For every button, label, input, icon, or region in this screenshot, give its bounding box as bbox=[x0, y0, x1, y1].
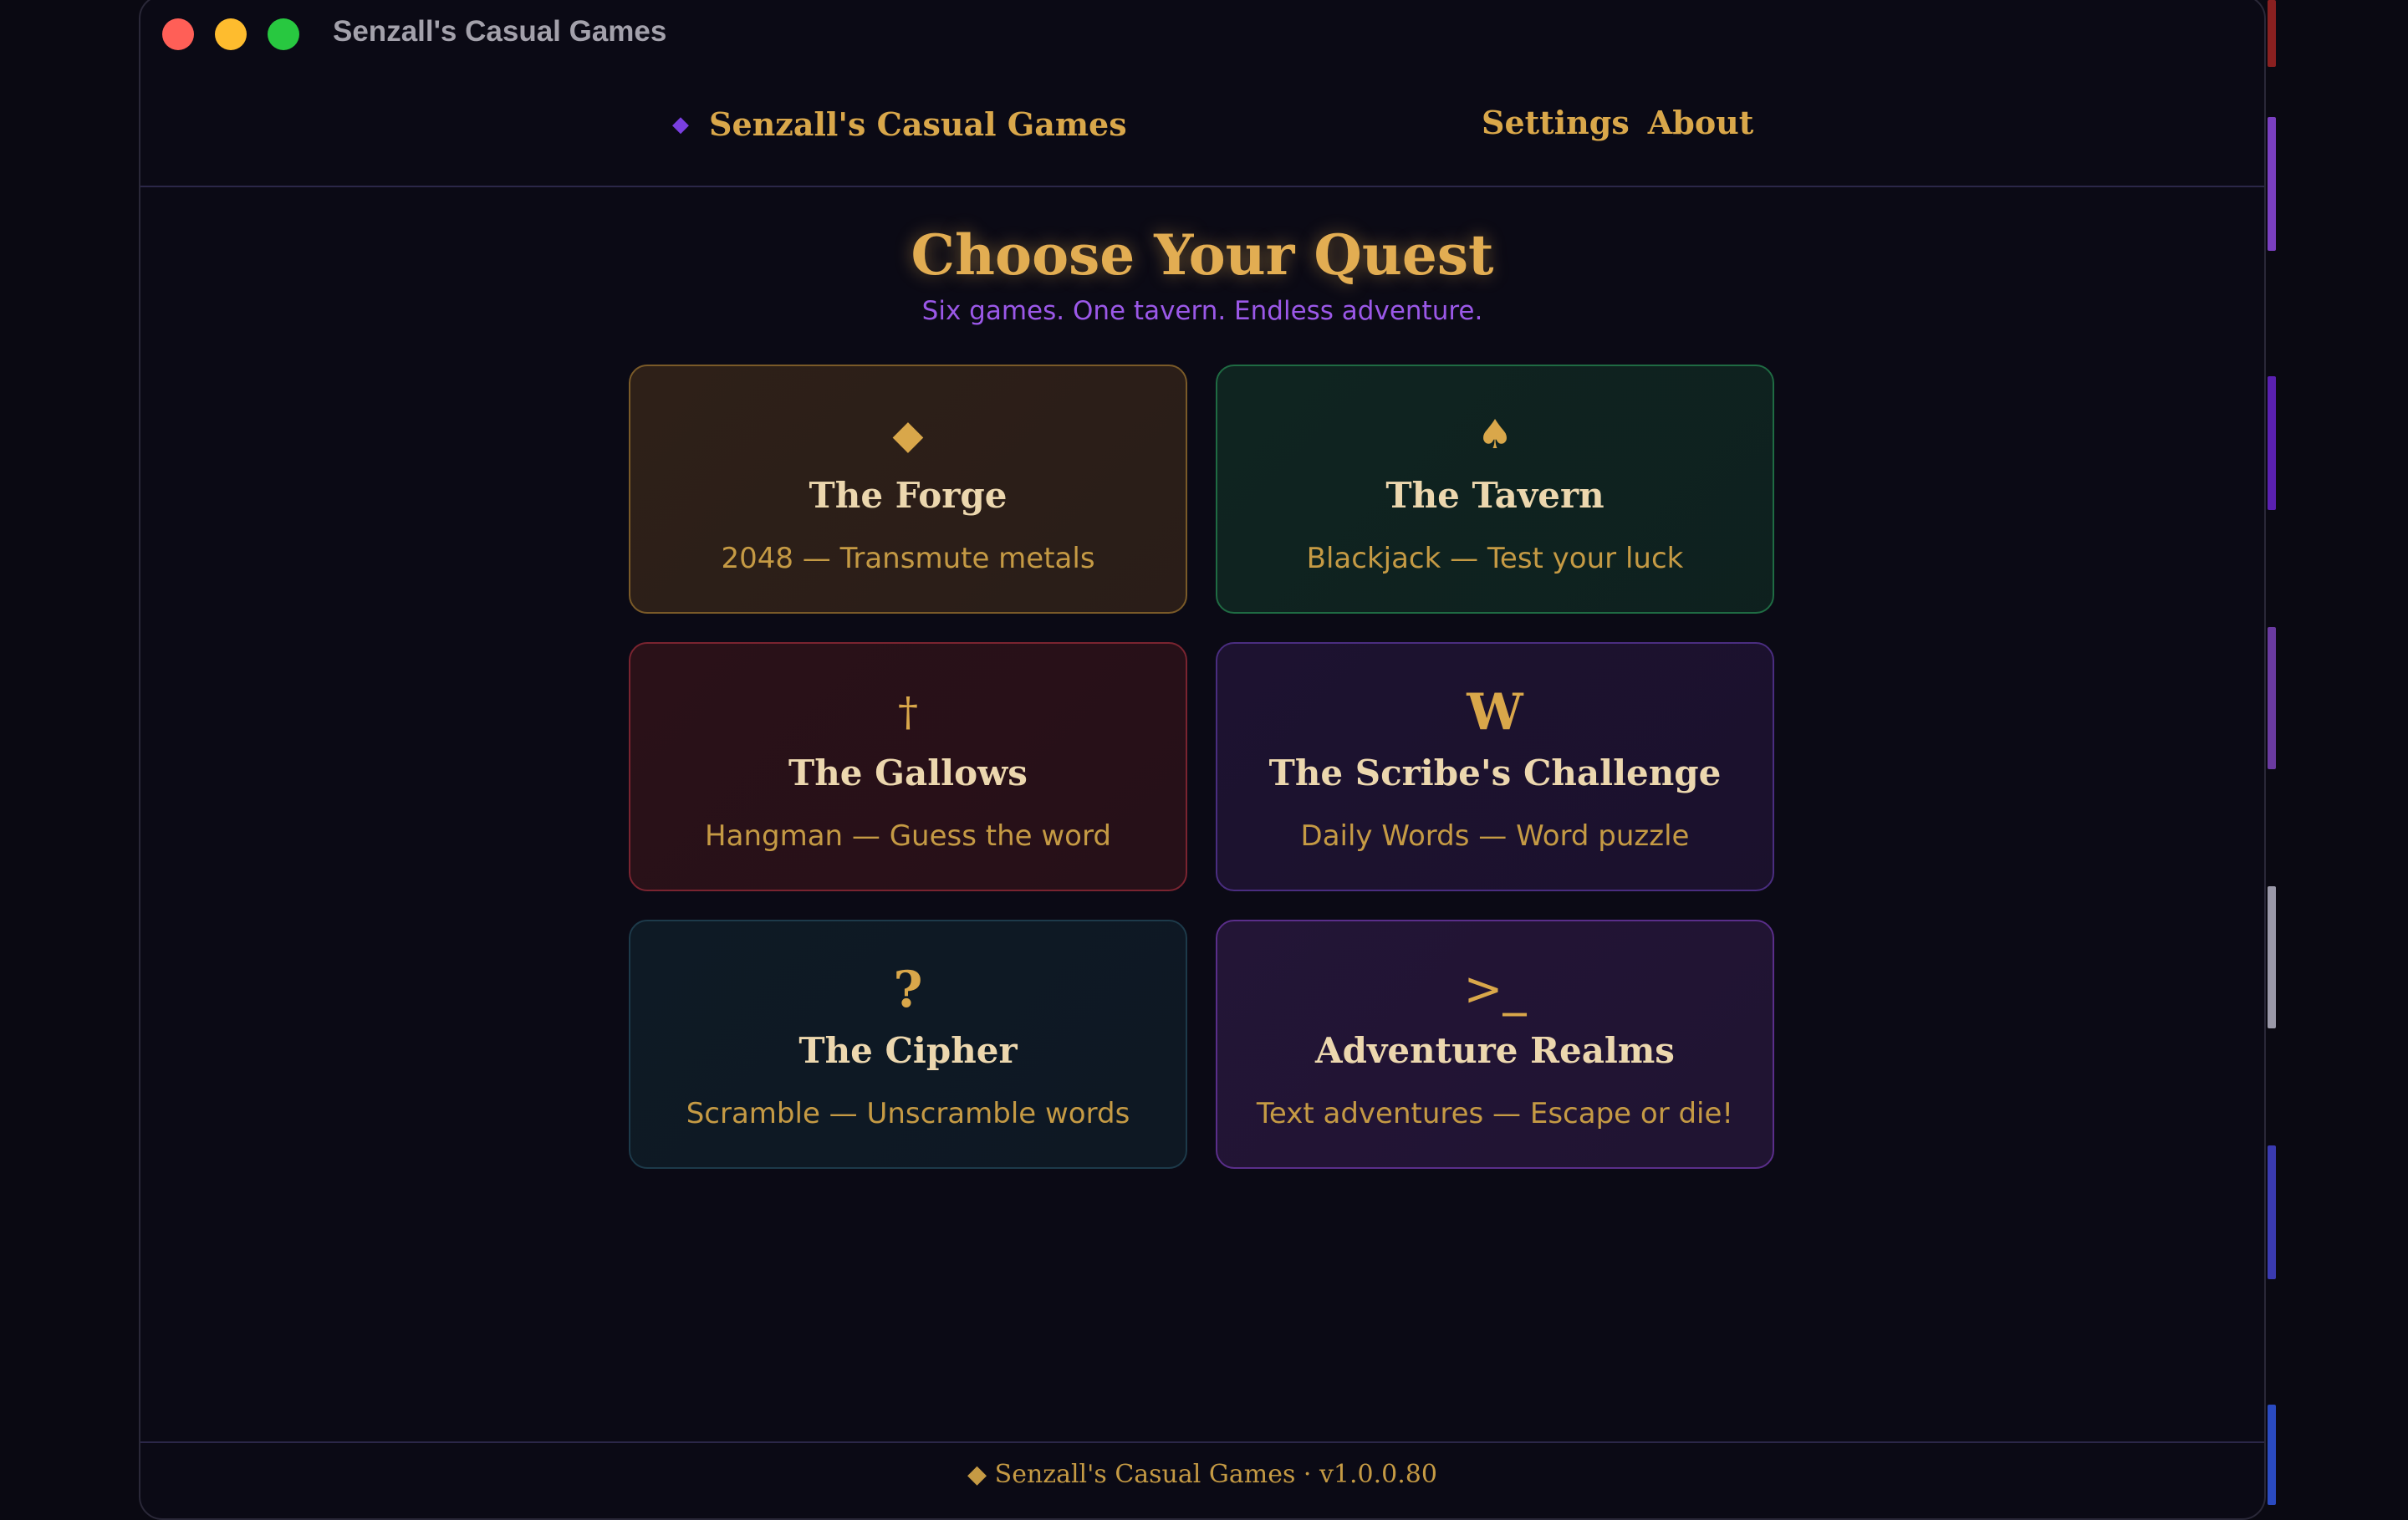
letter-w-icon: W bbox=[1467, 683, 1523, 742]
page-title: Choose Your Quest bbox=[911, 222, 1494, 288]
close-window-button[interactable] bbox=[162, 18, 194, 50]
game-card-forge[interactable]: ◆ The Forge 2048 — Transmute metals bbox=[629, 365, 1187, 614]
nav-links: Settings About bbox=[1482, 104, 1753, 141]
top-navbar: ◆ Senzall's Casual Games Settings About bbox=[140, 72, 2264, 187]
zoom-window-button[interactable] bbox=[268, 18, 299, 50]
brand-link[interactable]: ◆ Senzall's Casual Games bbox=[672, 105, 1127, 143]
game-card-cipher[interactable]: ? The Cipher Scramble — Unscramble words bbox=[629, 920, 1187, 1169]
background-window-sliver bbox=[2268, 376, 2276, 510]
background-window-sliver bbox=[2268, 0, 2276, 67]
game-card-title: The Gallows bbox=[788, 752, 1028, 793]
background-window-sliver bbox=[2268, 886, 2276, 1028]
game-card-title: The Scribe's Challenge bbox=[1268, 752, 1722, 793]
question-mark-icon: ? bbox=[893, 961, 923, 1019]
game-card-title: The Forge bbox=[809, 475, 1008, 516]
window-titlebar[interactable]: Senzall's Casual Games bbox=[140, 0, 2264, 72]
footer: ◆ Senzall's Casual Games · v1.0.0.80 bbox=[140, 1441, 2264, 1518]
game-card-description: Hangman — Guess the word bbox=[705, 819, 1111, 853]
game-card-description: Blackjack — Test your luck bbox=[1306, 542, 1684, 575]
nav-about-link[interactable]: About bbox=[1648, 104, 1754, 141]
spade-icon: ♠ bbox=[1477, 411, 1513, 458]
game-card-scribes-challenge[interactable]: W The Scribe's Challenge Daily Words — W… bbox=[1216, 642, 1774, 891]
game-card-title: The Cipher bbox=[798, 1030, 1018, 1071]
game-card-description: Scramble — Unscramble words bbox=[686, 1097, 1130, 1130]
brand-name: Senzall's Casual Games bbox=[709, 105, 1127, 143]
game-card-adventure-realms[interactable]: >_ Adventure Realms Text adventures — Es… bbox=[1216, 920, 1774, 1169]
window-title: Senzall's Casual Games bbox=[333, 15, 667, 48]
page-subtitle: Six games. One tavern. Endless adventure… bbox=[921, 296, 1483, 326]
diamond-icon: ◆ bbox=[672, 111, 689, 137]
background-window-sliver bbox=[2268, 627, 2276, 769]
background-window-sliver bbox=[2268, 117, 2276, 251]
game-card-gallows[interactable]: † The Gallows Hangman — Guess the word bbox=[629, 642, 1187, 891]
game-card-description: 2048 — Transmute metals bbox=[721, 542, 1095, 575]
app-window: Senzall's Casual Games ◆ Senzall's Casua… bbox=[139, 0, 2266, 1520]
diamond-icon: ◆ bbox=[892, 411, 924, 458]
background-window-sliver bbox=[2268, 1145, 2276, 1279]
minimize-window-button[interactable] bbox=[215, 18, 247, 50]
game-card-description: Text adventures — Escape or die! bbox=[1256, 1097, 1734, 1130]
game-card-title: The Tavern bbox=[1385, 475, 1604, 516]
nav-settings-link[interactable]: Settings bbox=[1482, 104, 1630, 141]
game-card-grid: ◆ The Forge 2048 — Transmute metals ♠ Th… bbox=[629, 365, 1774, 1169]
terminal-prompt-icon: >_ bbox=[1463, 962, 1527, 1017]
dagger-icon: † bbox=[898, 689, 918, 736]
footer-version-text: ◆ Senzall's Casual Games · v1.0.0.80 bbox=[967, 1460, 1437, 1489]
background-window-sliver bbox=[2268, 1405, 2276, 1505]
game-card-description: Daily Words — Word puzzle bbox=[1300, 819, 1690, 853]
game-card-title: Adventure Realms bbox=[1315, 1030, 1675, 1071]
game-card-tavern[interactable]: ♠ The Tavern Blackjack — Test your luck bbox=[1216, 365, 1774, 614]
